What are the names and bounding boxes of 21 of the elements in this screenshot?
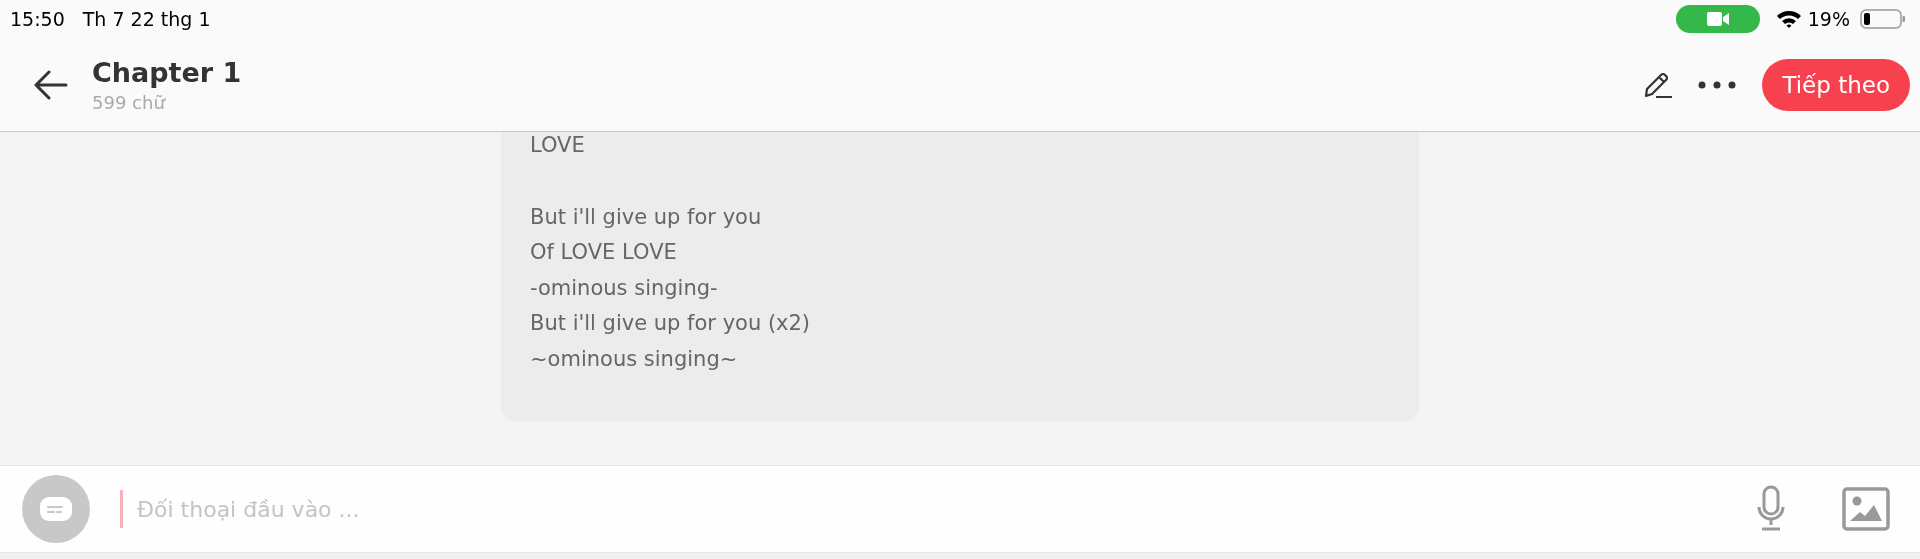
- lyric-line: LOVE: [530, 132, 586, 159]
- video-camera-icon: [1705, 11, 1730, 27]
- microphone-icon[interactable]: [1756, 485, 1786, 533]
- lyric-line: -ominous singing-: [530, 274, 719, 302]
- battery-icon: [1860, 8, 1906, 30]
- lyric-line: Of LOVE LOVE: [530, 239, 678, 266]
- chapter-title: Chapter 1: [92, 56, 242, 88]
- image-icon[interactable]: [1842, 487, 1890, 531]
- word-count: 599 chữ: [92, 91, 167, 113]
- lyric-line: ~ominous singing~: [530, 345, 739, 373]
- chat-bubble-icon: [39, 496, 73, 522]
- back-arrow-icon[interactable]: [34, 69, 68, 100]
- battery-percent: 19%: [1807, 8, 1850, 30]
- next-button[interactable]: Tiếp theo: [1762, 58, 1910, 111]
- lyric-line: But i'll give up for you (x2): [530, 310, 812, 337]
- status-date: Th 7 22 thg 1: [82, 8, 211, 30]
- lyric-line: But i'll give up for you: [530, 203, 763, 231]
- status-time: 15:50: [10, 8, 65, 30]
- more-icon[interactable]: [1698, 80, 1737, 89]
- input-bar[interactable]: Đối thoại đầu vào ...: [0, 465, 1920, 552]
- wifi-icon: [1775, 9, 1802, 29]
